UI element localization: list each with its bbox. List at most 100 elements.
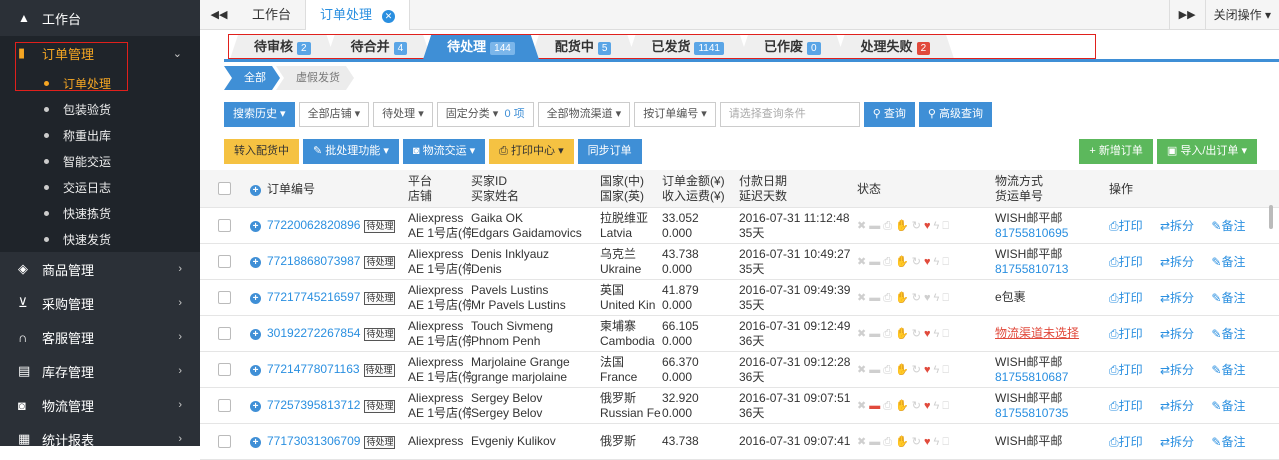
order-id-link[interactable]: 77217745216597 — [267, 290, 360, 304]
note-button[interactable]: ✎备注 — [1211, 399, 1245, 413]
tab-picking[interactable]: 配货中 5 — [531, 35, 636, 59]
x-circle-icon[interactable]: ✖ — [857, 399, 866, 412]
refresh-icon[interactable]: ↻ — [912, 399, 921, 412]
print-icon[interactable]: ⎙ — [883, 292, 892, 305]
split-button[interactable]: ⇄拆分 — [1160, 435, 1194, 449]
split-button[interactable]: ⇄拆分 — [1160, 327, 1194, 341]
sidebar-group-products[interactable]: ◈ 商品管理 › — [0, 252, 200, 286]
close-ops-button[interactable]: 关闭操作 ▾ — [1204, 0, 1279, 30]
order-id-link[interactable]: 77214778071163 — [267, 362, 360, 376]
hand-icon[interactable]: ✋ — [895, 435, 909, 448]
subtab-fake-ship[interactable]: 虚假发货 — [276, 66, 354, 90]
note-button[interactable]: ✎备注 — [1211, 435, 1245, 449]
print-button[interactable]: ⎙打印 — [1109, 399, 1143, 413]
batch-process-button[interactable]: ✎ 批处理功能 ▾ — [303, 139, 399, 164]
hand-icon[interactable]: ✋ — [895, 363, 909, 376]
row-checkbox[interactable] — [218, 363, 231, 376]
message-icon[interactable]: ▬ — [869, 400, 880, 412]
order-id-link[interactable]: 77257395813712 — [267, 398, 360, 412]
print-button[interactable]: ⎙打印 — [1109, 255, 1143, 269]
print-icon[interactable]: ⎙ — [883, 400, 892, 413]
sidebar-home[interactable]: ▲ 工作台 — [0, 0, 200, 36]
subtab-all[interactable]: 全部 — [224, 66, 280, 90]
sidebar-group-logistics[interactable]: ◙ 物流管理 › — [0, 388, 200, 422]
expand-all-icon[interactable]: + — [250, 185, 261, 196]
tab-shipped[interactable]: 已发货 1141 — [627, 35, 748, 59]
sidebar-group-service[interactable]: ∩ 客服管理 › — [0, 320, 200, 354]
row-checkbox[interactable] — [218, 435, 231, 448]
hand-icon[interactable]: ✋ — [895, 291, 909, 304]
print-button[interactable]: ⎙打印 — [1109, 327, 1143, 341]
heart-icon[interactable]: ♥ — [924, 220, 931, 232]
heart-icon[interactable]: ♥ — [924, 328, 931, 340]
refresh-icon[interactable]: ↻ — [912, 363, 921, 376]
split-button[interactable]: ⇄拆分 — [1160, 363, 1194, 377]
file-icon[interactable]: ⎕ — [942, 364, 949, 377]
forward-icon[interactable]: ▶▶ — [1168, 0, 1205, 30]
hand-icon[interactable]: ✋ — [895, 399, 909, 412]
search-history-dropdown[interactable]: 搜索历史 ▾ — [224, 102, 295, 127]
status-dropdown[interactable]: 待处理 ▾ — [373, 102, 433, 127]
split-button[interactable]: ⇄拆分 — [1160, 255, 1194, 269]
print-icon[interactable]: ⎙ — [883, 256, 892, 269]
expand-icon[interactable]: + — [250, 221, 261, 232]
print-center-button[interactable]: ⎙ 打印中心 ▾ — [489, 139, 574, 164]
expand-icon[interactable]: + — [250, 329, 261, 340]
expand-icon[interactable]: + — [250, 293, 261, 304]
note-button[interactable]: ✎备注 — [1211, 327, 1245, 341]
channel-dropdown[interactable]: 全部物流渠道 ▾ — [537, 102, 631, 127]
x-circle-icon[interactable]: ✖ — [857, 291, 866, 304]
lightning-icon[interactable]: ϟ — [933, 220, 939, 232]
print-button[interactable]: ⎙打印 — [1109, 291, 1143, 305]
lightning-icon[interactable]: ϟ — [933, 364, 939, 376]
import-export-button[interactable]: ▣ 导入/出订单 ▾ — [1156, 139, 1257, 164]
print-icon[interactable]: ⎙ — [883, 220, 892, 233]
sidebar-item-smart-ship[interactable]: 智能交运 — [0, 148, 200, 174]
x-circle-icon[interactable]: ✖ — [857, 363, 866, 376]
heart-icon[interactable]: ♥ — [924, 436, 931, 448]
file-icon[interactable]: ⎕ — [942, 256, 949, 269]
close-icon[interactable]: ✕ — [382, 9, 396, 23]
sidebar-group-inventory[interactable]: ▤ 库存管理 › — [0, 354, 200, 388]
order-id-link[interactable]: 30192272267854 — [267, 326, 360, 340]
to-picking-button[interactable]: 转入配货中 — [224, 139, 299, 164]
message-icon[interactable]: ▬ — [869, 292, 880, 304]
advanced-search-button[interactable]: ⚲ 高级查询 — [918, 102, 993, 127]
refresh-icon[interactable]: ↻ — [912, 255, 921, 268]
refresh-icon[interactable]: ↻ — [912, 327, 921, 340]
select-all-checkbox[interactable] — [218, 182, 231, 195]
note-button[interactable]: ✎备注 — [1211, 291, 1245, 305]
split-button[interactable]: ⇄拆分 — [1160, 399, 1194, 413]
sidebar-group-orders[interactable]: ▮ 订单管理 ⌄ — [0, 36, 200, 70]
tab-pending-review[interactable]: 待审核 2 — [230, 35, 335, 59]
scrollbar-thumb[interactable] — [1269, 205, 1273, 229]
print-button[interactable]: ⎙打印 — [1109, 435, 1143, 449]
tracking-number[interactable]: 81755810713 — [995, 262, 1109, 277]
sidebar-item-quick-pick[interactable]: 快速拣货 — [0, 200, 200, 226]
lightning-icon[interactable]: ϟ — [933, 436, 939, 448]
heart-icon[interactable]: ♥ — [924, 364, 931, 376]
file-icon[interactable]: ⎕ — [942, 292, 949, 305]
lightning-icon[interactable]: ϟ — [933, 328, 939, 340]
sidebar-item-ship-log[interactable]: 交运日志 — [0, 174, 200, 200]
search-button[interactable]: ⚲ 查询 — [863, 102, 915, 127]
row-checkbox[interactable] — [218, 291, 231, 304]
row-checkbox[interactable] — [218, 255, 231, 268]
lightning-icon[interactable]: ϟ — [933, 400, 939, 412]
message-icon[interactable]: ▬ — [869, 364, 880, 376]
x-circle-icon[interactable]: ✖ — [857, 255, 866, 268]
message-icon[interactable]: ▬ — [869, 328, 880, 340]
heart-icon[interactable]: ♥ — [924, 292, 931, 304]
tab-workbench[interactable]: 工作台 — [238, 0, 307, 30]
refresh-icon[interactable]: ↻ — [912, 219, 921, 232]
split-button[interactable]: ⇄拆分 — [1160, 219, 1194, 233]
category-dropdown[interactable]: 固定分类 ▾ 0 项 — [436, 102, 534, 127]
refresh-icon[interactable]: ↻ — [912, 291, 921, 304]
tab-pending-merge[interactable]: 待合并 4 — [327, 35, 432, 59]
hand-icon[interactable]: ✋ — [895, 327, 909, 340]
tab-failed[interactable]: 处理失败 2 — [837, 35, 955, 59]
back-icon[interactable]: ◀◀ — [200, 8, 238, 21]
search-field-dropdown[interactable]: 按订单编号 ▾ — [634, 102, 716, 127]
order-id-link[interactable]: 77220062820896 — [267, 218, 360, 232]
file-icon[interactable]: ⎕ — [942, 436, 949, 449]
